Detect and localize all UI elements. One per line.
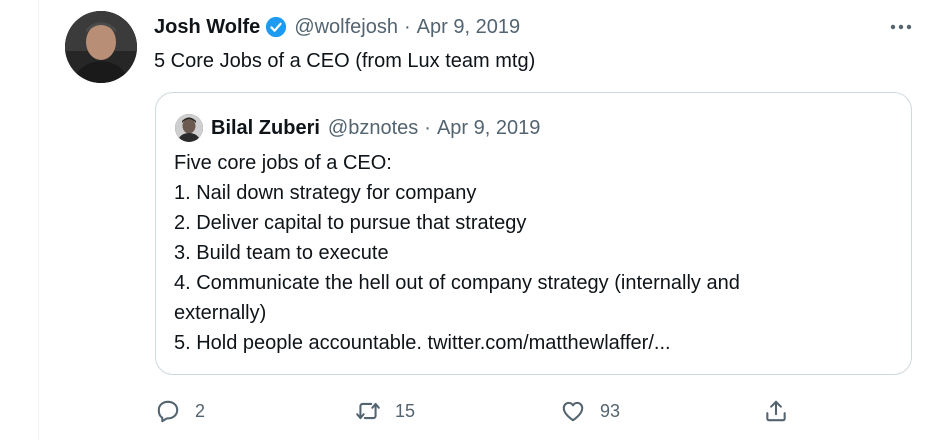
quoted-author-avatar — [175, 114, 203, 142]
more-icon — [890, 24, 912, 30]
author-name[interactable]: Josh Wolfe — [154, 16, 260, 39]
timeline-divider — [38, 0, 39, 440]
tweet-action-bar: 2 15 93 — [155, 395, 915, 427]
like-icon — [562, 401, 584, 422]
meta-separator: · — [404, 15, 411, 38]
share-icon — [766, 400, 786, 422]
tweet-date[interactable]: Apr 9, 2019 — [417, 16, 520, 39]
quoted-tweet-date: Apr 9, 2019 — [436, 116, 541, 139]
more-options-button[interactable] — [886, 14, 916, 40]
author-avatar[interactable] — [65, 11, 137, 83]
share-button[interactable] — [763, 395, 789, 427]
quoted-author-name: Bilal Zuberi — [211, 116, 320, 139]
tweet-header: Josh Wolfe @wolfejosh · Apr 9, 2019 — [154, 13, 520, 41]
retweet-icon — [356, 402, 380, 420]
quoted-text-line: Five core jobs of a CEO: — [174, 152, 392, 174]
quoted-tweet-card[interactable]: Bilal Zuberi @bznotes · Apr 9, 2019 Five… — [155, 92, 912, 375]
quoted-text-line: 5. Hold people accountable. twitter.com/… — [174, 332, 671, 354]
quoted-text-line: 4. Communicate the hell out of company s… — [174, 272, 740, 294]
like-button[interactable]: 93 — [560, 395, 620, 427]
quoted-text-line: externally) — [174, 302, 267, 324]
reply-count: 2 — [195, 400, 206, 421]
quoted-text-line: 3. Build team to execute — [174, 242, 389, 264]
retweet-count: 15 — [395, 400, 416, 421]
like-count: 93 — [600, 400, 621, 421]
quoted-author-handle: @bznotes — [327, 116, 419, 139]
reply-icon — [157, 400, 179, 423]
quoted-tweet-header: Bilal Zuberi @bznotes · Apr 9, 2019 — [211, 114, 540, 142]
retweet-button[interactable]: 15 — [355, 395, 415, 427]
tweet-text: 5 Core Jobs of a CEO (from Lux team mtg) — [154, 50, 536, 72]
quoted-meta-separator: · — [424, 116, 431, 139]
verified-badge-icon — [266, 16, 287, 38]
quoted-tweet-text: Five core jobs of a CEO: 1. Nail down st… — [174, 148, 874, 358]
quoted-text-line: 1. Nail down strategy for company — [174, 182, 477, 204]
reply-button[interactable]: 2 — [155, 395, 205, 427]
author-handle[interactable]: @wolfejosh — [294, 16, 398, 39]
quoted-text-line: 2. Deliver capital to pursue that strate… — [174, 212, 527, 234]
